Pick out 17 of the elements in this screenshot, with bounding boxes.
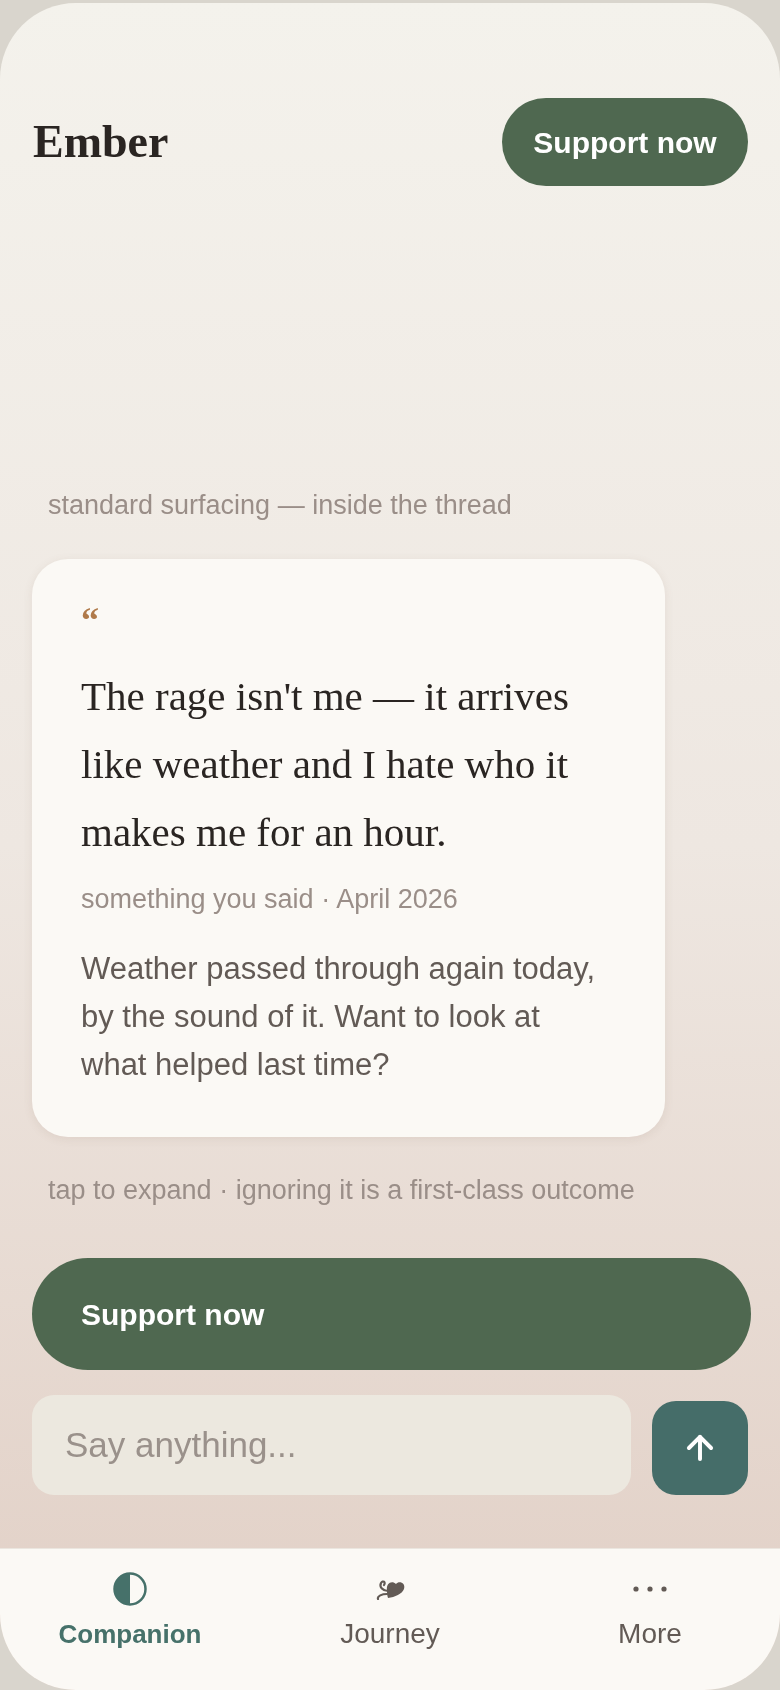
support-now-button[interactable]: Support now: [502, 98, 748, 186]
quote-text: The rage isn't me — it arrives like weather and I hate who it makes me for an hour.: [81, 672, 570, 857]
send-button[interactable]: [652, 1401, 748, 1495]
message-input[interactable]: Say anything...: [32, 1395, 631, 1495]
memory-card[interactable]: [32, 559, 665, 1137]
more-icon: [633, 1586, 667, 1592]
quote-mark: “: [81, 600, 99, 640]
quote-attribution: something you said · April 2026: [81, 883, 458, 915]
card-prompt: Weather passed through again today, by the sound of it. Want to look at what helped last time?: [81, 950, 597, 1084]
thread-caption: standard surfacing — inside the thread: [48, 489, 513, 521]
half-circle-icon: [113, 1572, 147, 1606]
nav-tab[interactable]: Journey: [260, 1549, 520, 1690]
nav-tab[interactable]: Companion: [0, 1549, 260, 1690]
app-title: Ember: [33, 115, 169, 169]
nav-tab[interactable]: More: [520, 1549, 780, 1690]
support-now-button[interactable]: Support now: [32, 1258, 751, 1370]
thread-footnote: tap to expand · ignoring it is a first-class outcome: [48, 1174, 636, 1206]
